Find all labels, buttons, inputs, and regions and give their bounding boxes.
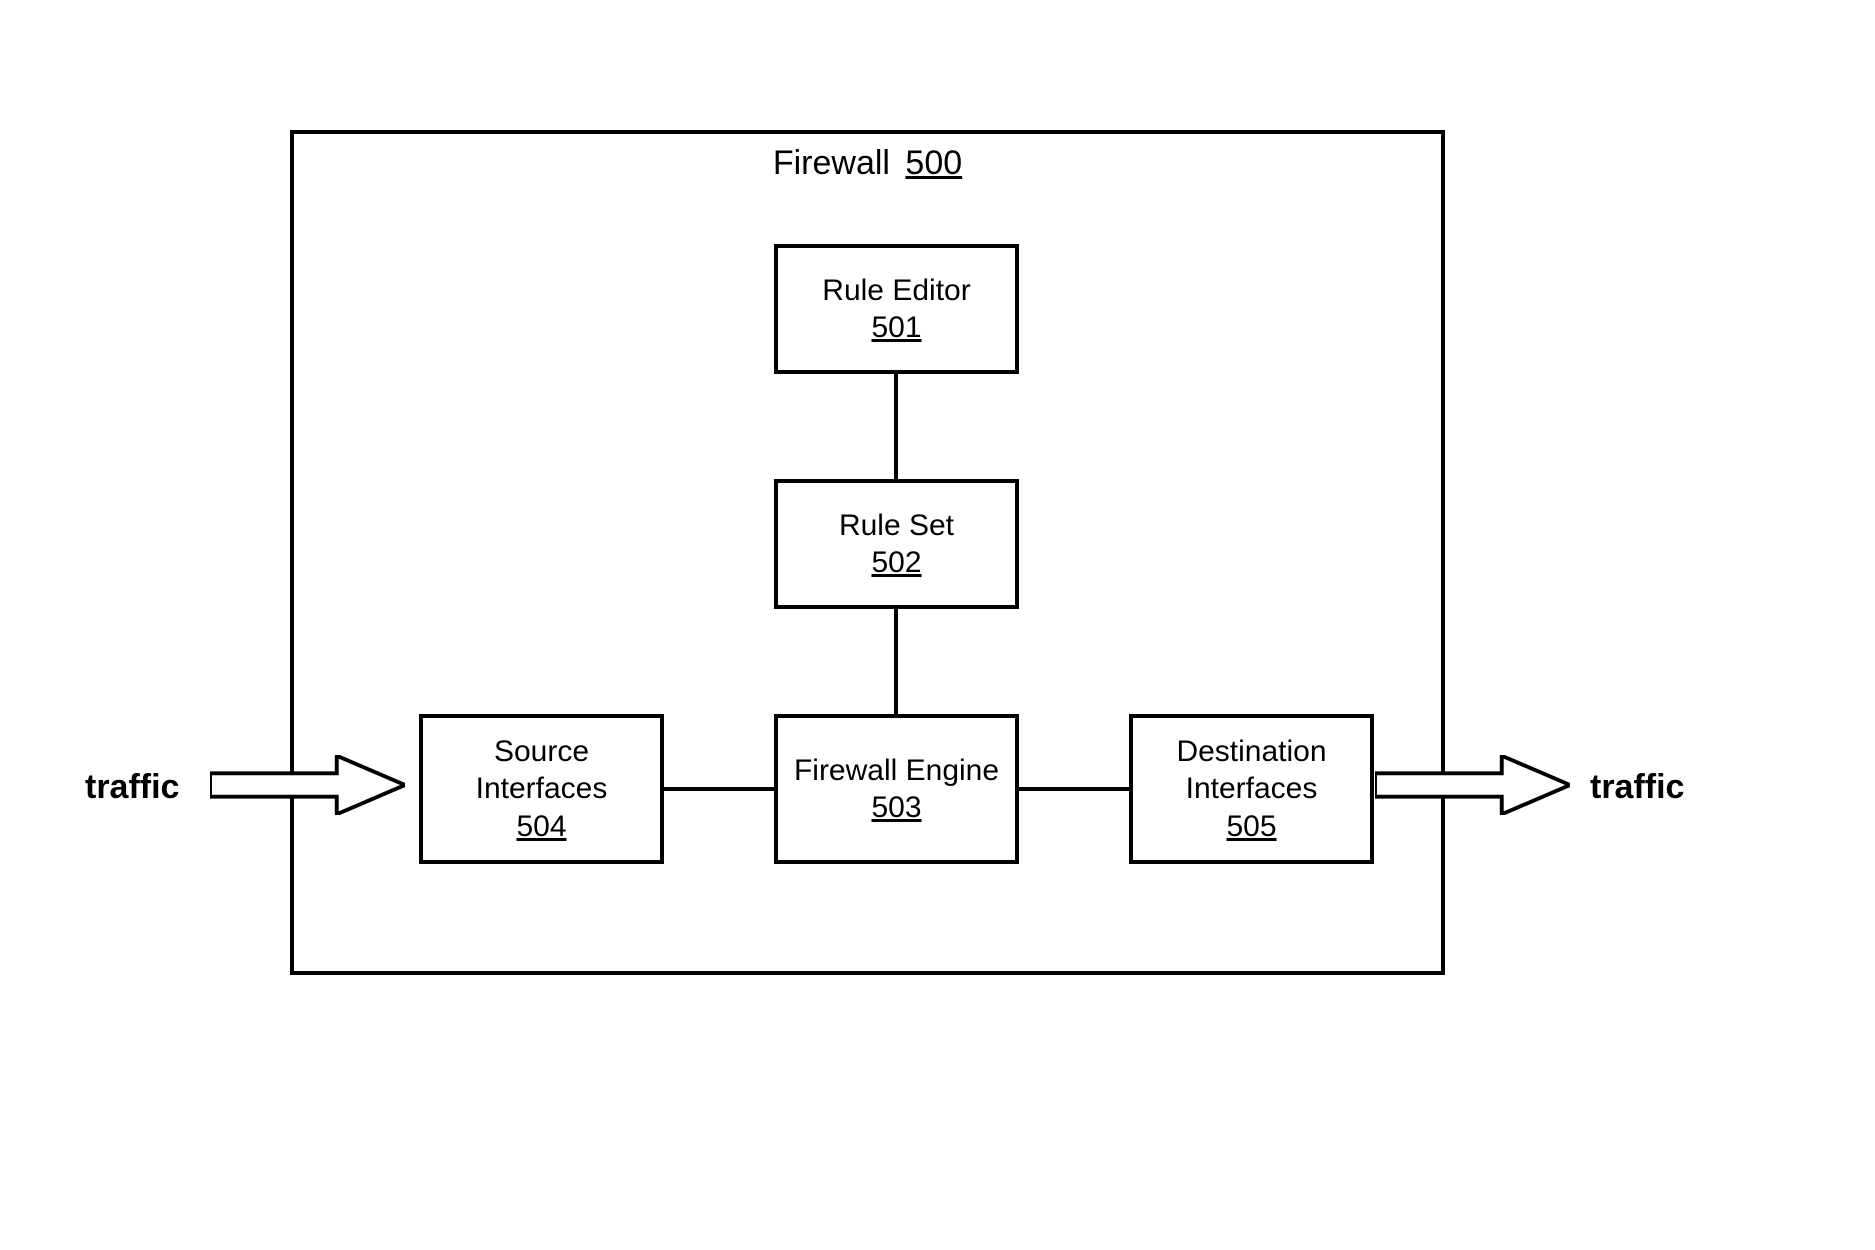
firewall-engine-box: Firewall Engine 503 xyxy=(774,714,1019,864)
destination-interfaces-ref: 505 xyxy=(1226,808,1276,846)
rule-set-box: Rule Set 502 xyxy=(774,479,1019,609)
source-interfaces-label-1: Source xyxy=(494,733,589,771)
firewall-engine-ref: 503 xyxy=(871,789,921,827)
destination-interfaces-label-2: Interfaces xyxy=(1186,770,1318,808)
rule-set-label: Rule Set xyxy=(839,507,954,545)
connector-editor-to-set xyxy=(894,374,898,479)
rule-editor-box: Rule Editor 501 xyxy=(774,244,1019,374)
container-title-ref: 500 xyxy=(905,144,962,182)
firewall-container: Firewall 500 Rule Editor 501 Rule Set 50… xyxy=(290,130,1445,975)
connector-set-to-engine xyxy=(894,609,898,714)
source-interfaces-ref: 504 xyxy=(516,808,566,846)
source-interfaces-box: Source Interfaces 504 xyxy=(419,714,664,864)
container-title-name: Firewall xyxy=(773,144,890,182)
rule-editor-ref: 501 xyxy=(871,309,921,347)
rule-editor-label: Rule Editor xyxy=(822,272,970,310)
destination-interfaces-label-1: Destination xyxy=(1176,733,1326,771)
source-interfaces-label-2: Interfaces xyxy=(476,770,608,808)
firewall-engine-label: Firewall Engine xyxy=(794,752,999,790)
container-title: Firewall 500 xyxy=(773,144,962,183)
traffic-in-label: traffic xyxy=(85,768,179,807)
traffic-out-label: traffic xyxy=(1590,768,1684,807)
connector-engine-to-destination xyxy=(1019,787,1129,791)
arrow-out-icon xyxy=(1375,755,1570,815)
rule-set-ref: 502 xyxy=(871,544,921,582)
destination-interfaces-box: Destination Interfaces 505 xyxy=(1129,714,1374,864)
arrow-in-icon xyxy=(210,755,405,815)
connector-source-to-engine xyxy=(664,787,774,791)
